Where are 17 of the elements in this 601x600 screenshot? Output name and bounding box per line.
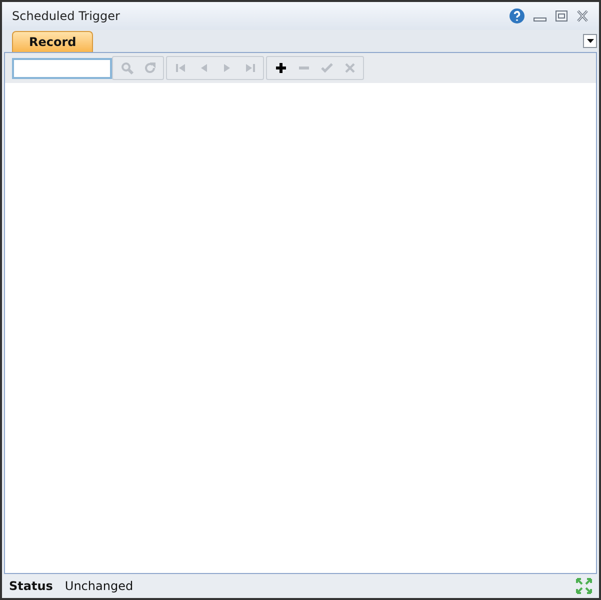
close-icon [342,61,356,75]
restore-icon[interactable] [555,10,568,22]
close-icon[interactable] [576,10,589,22]
dropdown-button[interactable] [583,34,597,48]
plus-icon [274,61,288,75]
search-field[interactable] [12,58,112,78]
first-icon [174,61,188,75]
status-value: Unchanged [64,578,134,595]
status-label: Status [9,578,53,595]
resize-icon[interactable] [576,578,592,594]
refresh-icon [142,61,156,75]
help-icon[interactable] [509,8,525,24]
check-icon [320,61,334,75]
caret-icon [586,39,594,43]
search-icon [120,61,134,75]
tab[interactable]: Record [12,31,94,52]
window-title: Scheduled Trigger [12,8,120,25]
